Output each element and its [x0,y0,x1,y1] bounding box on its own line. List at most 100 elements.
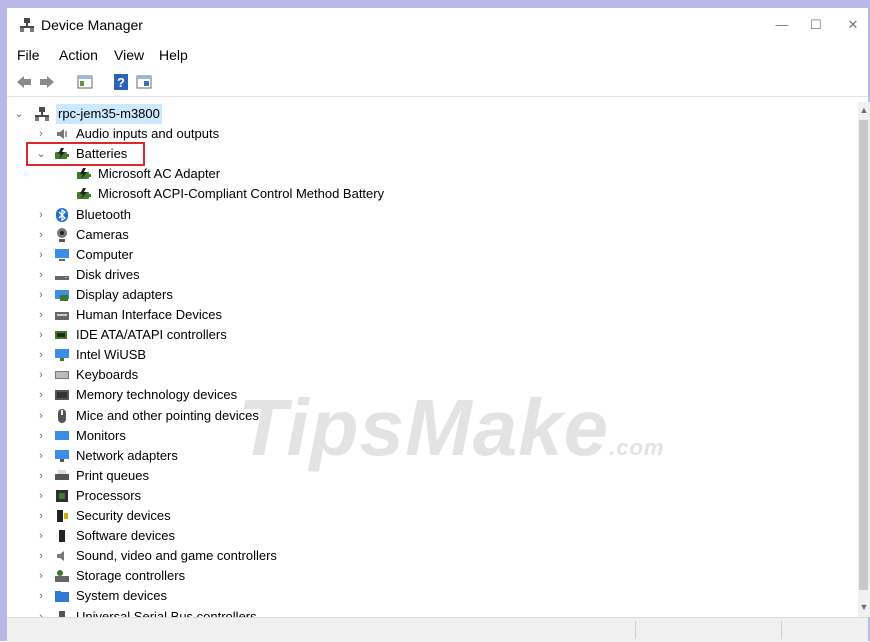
expand-chevron-icon[interactable]: › [36,406,46,426]
window-title: Device Manager [41,17,143,33]
tree-node-label: Intel WiUSB [76,347,147,362]
expand-chevron-icon[interactable]: › [36,385,46,405]
expand-chevron-icon[interactable]: › [36,506,46,526]
hid-icon [55,312,69,320]
expand-chevron-icon[interactable]: › [36,285,46,305]
status-separator [781,621,782,639]
minimize-button[interactable]: — [767,13,797,37]
device-tree[interactable]: TipsMake.com ⌄ rpc-jem35-m3800 › Audio inpu… [10,102,858,617]
tree-node-label: Memory technology devices [76,387,238,402]
tree-node-label: Processors [76,488,142,503]
usb-icon [59,611,65,617]
software-device-icon [59,530,65,542]
tree-node-label: Universal Serial Bus controllers [76,609,257,617]
tree-node-label: Cameras [76,227,129,242]
speaker-icon [57,129,67,139]
expand-chevron-icon[interactable]: › [36,566,46,586]
tree-node-label: Disk drives [76,267,140,282]
security-icon [57,510,68,522]
tree-node-label: Mice and other pointing devices [76,408,259,423]
expand-chevron-icon[interactable]: › [36,426,46,446]
tree-node-label: Audio inputs and outputs [76,126,220,141]
tree-node-label: Bluetooth [76,207,131,222]
tree-node-label: rpc-jem35-m3800 [56,104,162,124]
collapse-chevron-icon[interactable]: ⌄ [14,104,24,124]
tree-node-label: Display adapters [76,287,173,302]
expand-chevron-icon[interactable]: › [36,305,46,325]
menu-help[interactable]: Help [159,47,188,63]
battery-icon [77,188,91,199]
menu-view[interactable]: View [114,47,144,63]
memory-icon [55,390,69,400]
tree-node-label: Security devices [76,508,171,523]
expand-chevron-icon[interactable]: › [36,245,46,265]
tree-node-label: Print queues [76,468,149,483]
camera-icon [57,228,67,242]
mouse-icon [58,409,66,423]
expand-chevron-icon[interactable]: › [36,486,46,506]
expand-chevron-icon[interactable]: › [36,607,46,617]
tree-node-label: Microsoft ACPI-Compliant Control Method … [98,186,385,201]
help-icon[interactable]: ? [112,73,130,91]
expand-chevron-icon[interactable]: › [36,225,46,245]
bluetooth-icon [56,208,68,222]
tree-node-label: Keyboards [76,367,139,382]
device-manager-icon [35,107,49,121]
svg-text:?: ? [117,75,125,90]
monitor-icon [55,431,69,440]
tree-node-label: Network adapters [76,448,178,463]
status-separator [635,621,636,639]
maximize-button[interactable]: ☐ [801,13,831,37]
scroll-up-icon[interactable]: ▲ [859,105,869,117]
menu-bar: File Action View Help [7,42,868,68]
expand-chevron-icon[interactable]: › [36,546,46,566]
device-manager-icon [20,18,34,32]
disk-drive-icon [55,276,69,280]
forward-icon[interactable] [38,73,56,91]
sound-icon [57,551,64,561]
expand-chevron-icon[interactable]: › [36,124,46,144]
watermark-logo: TipsMake.com [238,383,665,472]
expand-chevron-icon[interactable]: › [36,205,46,225]
tree-node-label: Software devices [76,528,175,543]
scroll-down-icon[interactable]: ▼ [859,602,869,614]
expand-chevron-icon[interactable]: › [36,365,46,385]
expand-chevron-icon[interactable]: › [36,265,46,285]
printer-icon [55,470,69,480]
properties-icon[interactable] [76,73,94,91]
tree-node-label: Monitors [76,428,126,443]
system-folder-icon [55,591,69,602]
ide-controller-icon [55,331,67,339]
display-adapter-icon [55,290,69,301]
network-icon [55,349,69,361]
close-button[interactable]: ✕ [838,13,868,37]
expand-chevron-icon[interactable]: › [36,345,46,365]
menu-file[interactable]: File [17,47,40,63]
tree-node-label: Microsoft AC Adapter [98,166,221,181]
tree-node-label: IDE ATA/ATAPI controllers [76,327,227,342]
expand-chevron-icon[interactable]: › [36,586,46,606]
vertical-scrollbar[interactable]: ▲ ▼ [858,102,870,617]
expand-chevron-icon[interactable]: › [36,446,46,466]
storage-icon [55,570,69,582]
status-bar [7,617,868,642]
expand-chevron-icon[interactable]: › [36,526,46,546]
expand-chevron-icon[interactable]: › [36,325,46,345]
scan-hardware-icon[interactable] [135,73,153,91]
title-bar: Device Manager — ☐ ✕ [7,8,868,42]
tree-node-label: Storage controllers [76,568,186,583]
processor-icon [56,490,68,502]
expand-chevron-icon[interactable]: › [36,466,46,486]
menu-action[interactable]: Action [59,47,98,63]
tree-node-label: Human Interface Devices [76,307,222,322]
batteries-highlight-box [26,142,145,166]
tree-node-label: System devices [76,588,168,603]
tree-node-label: Computer [76,247,134,262]
keyboard-icon [55,371,69,379]
battery-icon [77,168,91,179]
network-adapter-icon [55,450,69,462]
computer-icon [55,249,69,261]
back-icon[interactable] [15,73,33,91]
scrollbar-thumb[interactable] [859,120,868,590]
tree-node-label: Sound, video and game controllers [76,548,277,563]
